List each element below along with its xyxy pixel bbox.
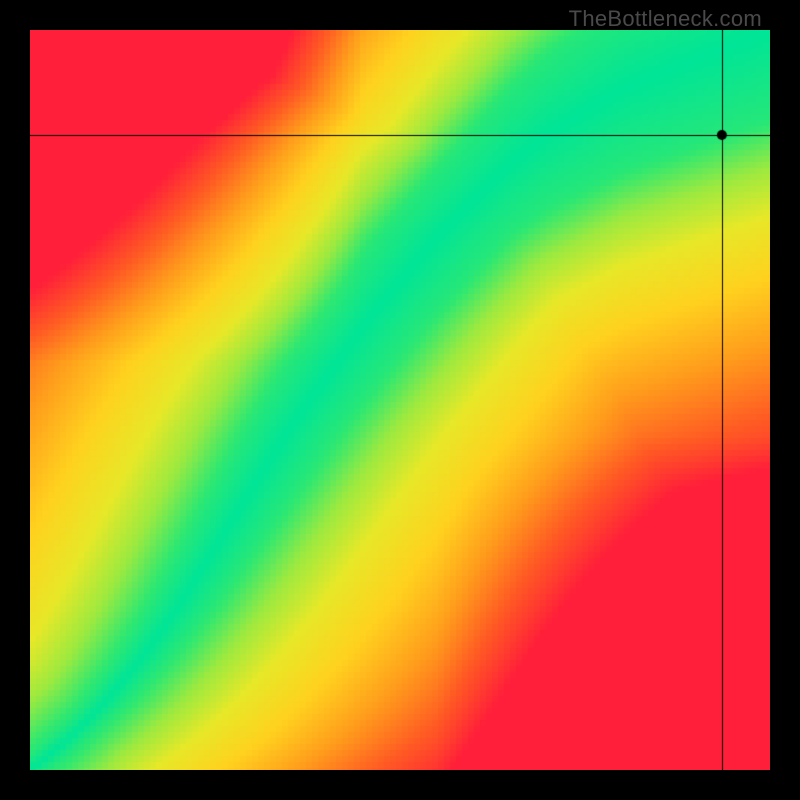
chart-container: TheBottleneck.com: [0, 0, 800, 800]
crosshair-overlay: [30, 30, 770, 770]
watermark-text: TheBottleneck.com: [569, 6, 762, 32]
